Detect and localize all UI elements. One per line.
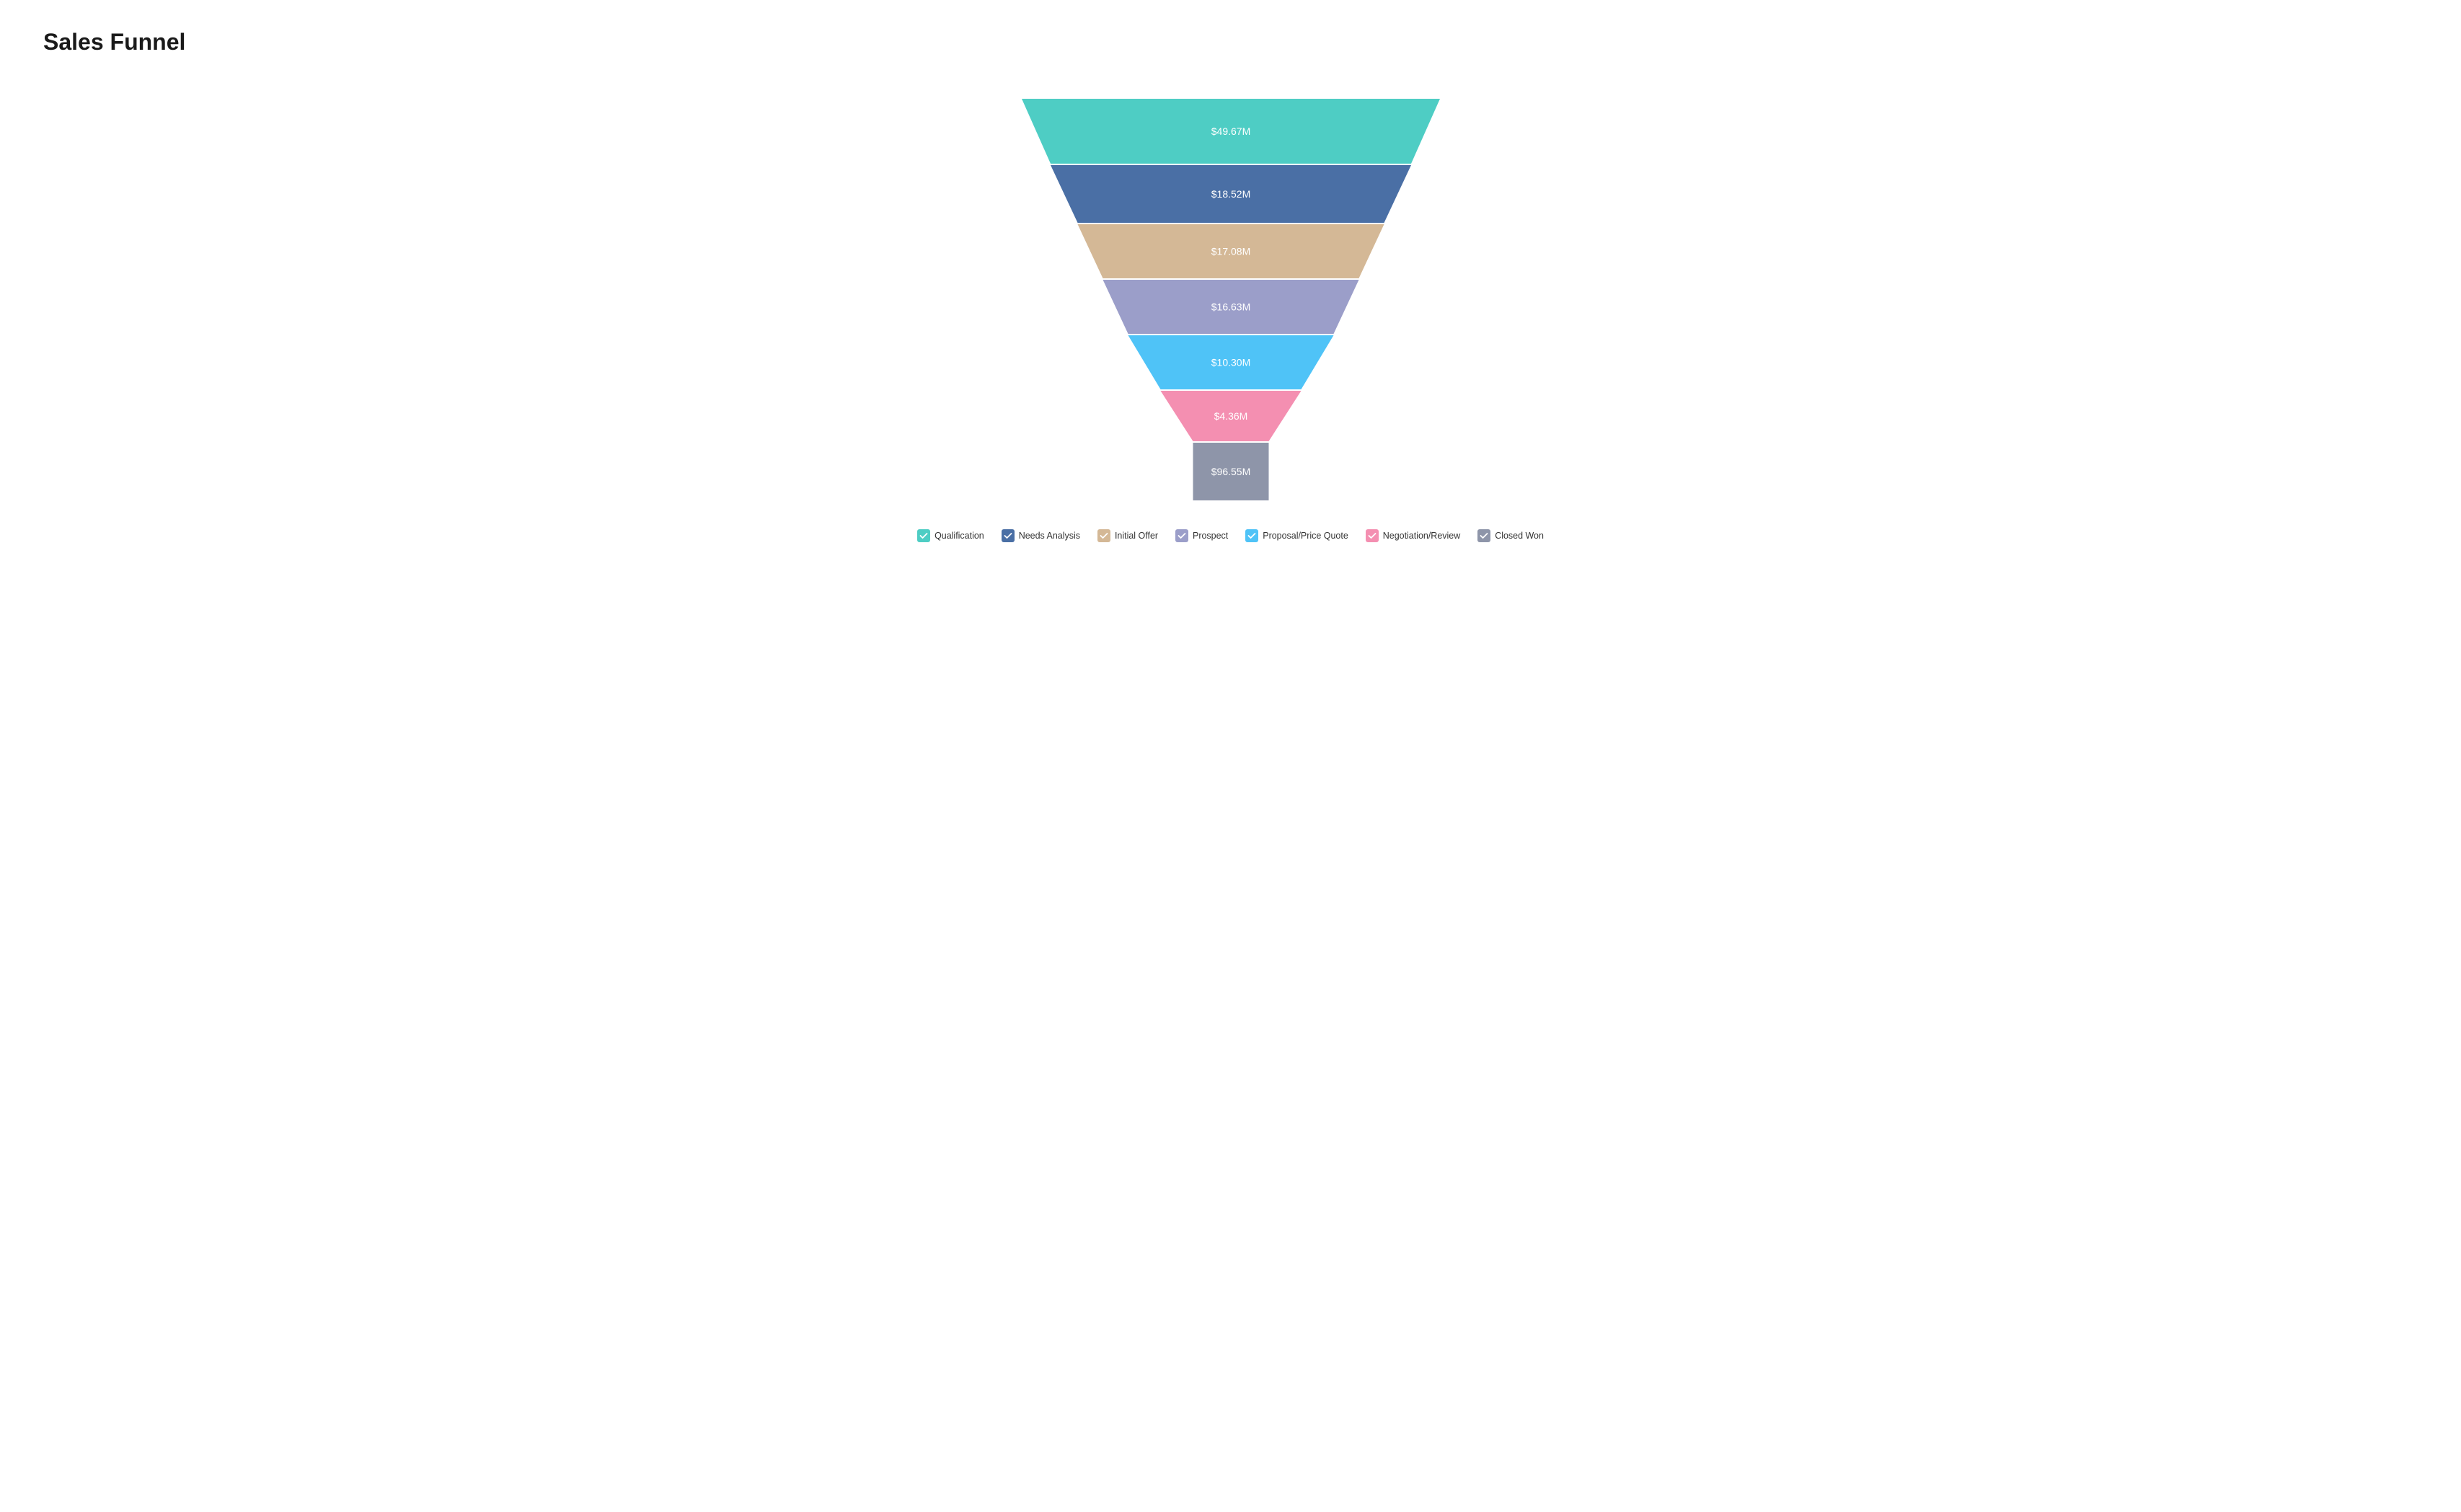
legend-label-closed-won: Closed Won xyxy=(1495,531,1544,541)
legend-item-needs-analysis: Needs Analysis xyxy=(1002,529,1080,542)
legend-color-negotiation-review xyxy=(1366,529,1379,542)
funnel-label-closed-won: $96.55M xyxy=(1211,466,1250,477)
legend-color-proposal-price-quote xyxy=(1245,529,1258,542)
legend-color-initial-offer xyxy=(1097,529,1110,542)
funnel-label-prospect: $16.63M xyxy=(1211,301,1250,313)
funnel-label-proposal-price-quote: $10.30M xyxy=(1211,357,1250,368)
legend-item-closed-won: Closed Won xyxy=(1477,529,1544,542)
legend-label-qualification: Qualification xyxy=(935,531,984,541)
funnel-label-negotiation-review: $4.36M xyxy=(1214,410,1247,422)
legend-item-initial-offer: Initial Offer xyxy=(1097,529,1158,542)
legend-color-closed-won xyxy=(1477,529,1490,542)
legend-item-proposal-price-quote: Proposal/Price Quote xyxy=(1245,529,1348,542)
legend-label-proposal-price-quote: Proposal/Price Quote xyxy=(1263,531,1348,541)
funnel-label-needs-analysis: $18.52M xyxy=(1211,188,1250,200)
page-title: Sales Funnel xyxy=(43,29,2418,56)
legend-color-prospect xyxy=(1175,529,1188,542)
legend-color-qualification xyxy=(917,529,930,542)
legend-item-qualification: Qualification xyxy=(917,529,984,542)
legend-label-prospect: Prospect xyxy=(1193,531,1228,541)
chart-legend: Qualification Needs Analysis Initial Offer… xyxy=(917,529,1544,542)
funnel-label-initial-offer: $17.08M xyxy=(1211,246,1250,257)
legend-color-needs-analysis xyxy=(1002,529,1015,542)
legend-label-needs-analysis: Needs Analysis xyxy=(1019,531,1080,541)
legend-label-negotiation-review: Negotiation/Review xyxy=(1383,531,1460,541)
chart-container: $49.67M $18.52M $17.08M $16.63M $10.30M $4.36… xyxy=(43,84,2418,1483)
funnel-chart: $49.67M $18.52M $17.08M $16.63M $10.30M $4.36… xyxy=(978,99,1483,500)
funnel-label-qualification: $49.67M xyxy=(1211,125,1250,137)
legend-item-prospect: Prospect xyxy=(1175,529,1228,542)
legend-item-negotiation-review: Negotiation/Review xyxy=(1366,529,1460,542)
legend-label-initial-offer: Initial Offer xyxy=(1115,531,1158,541)
